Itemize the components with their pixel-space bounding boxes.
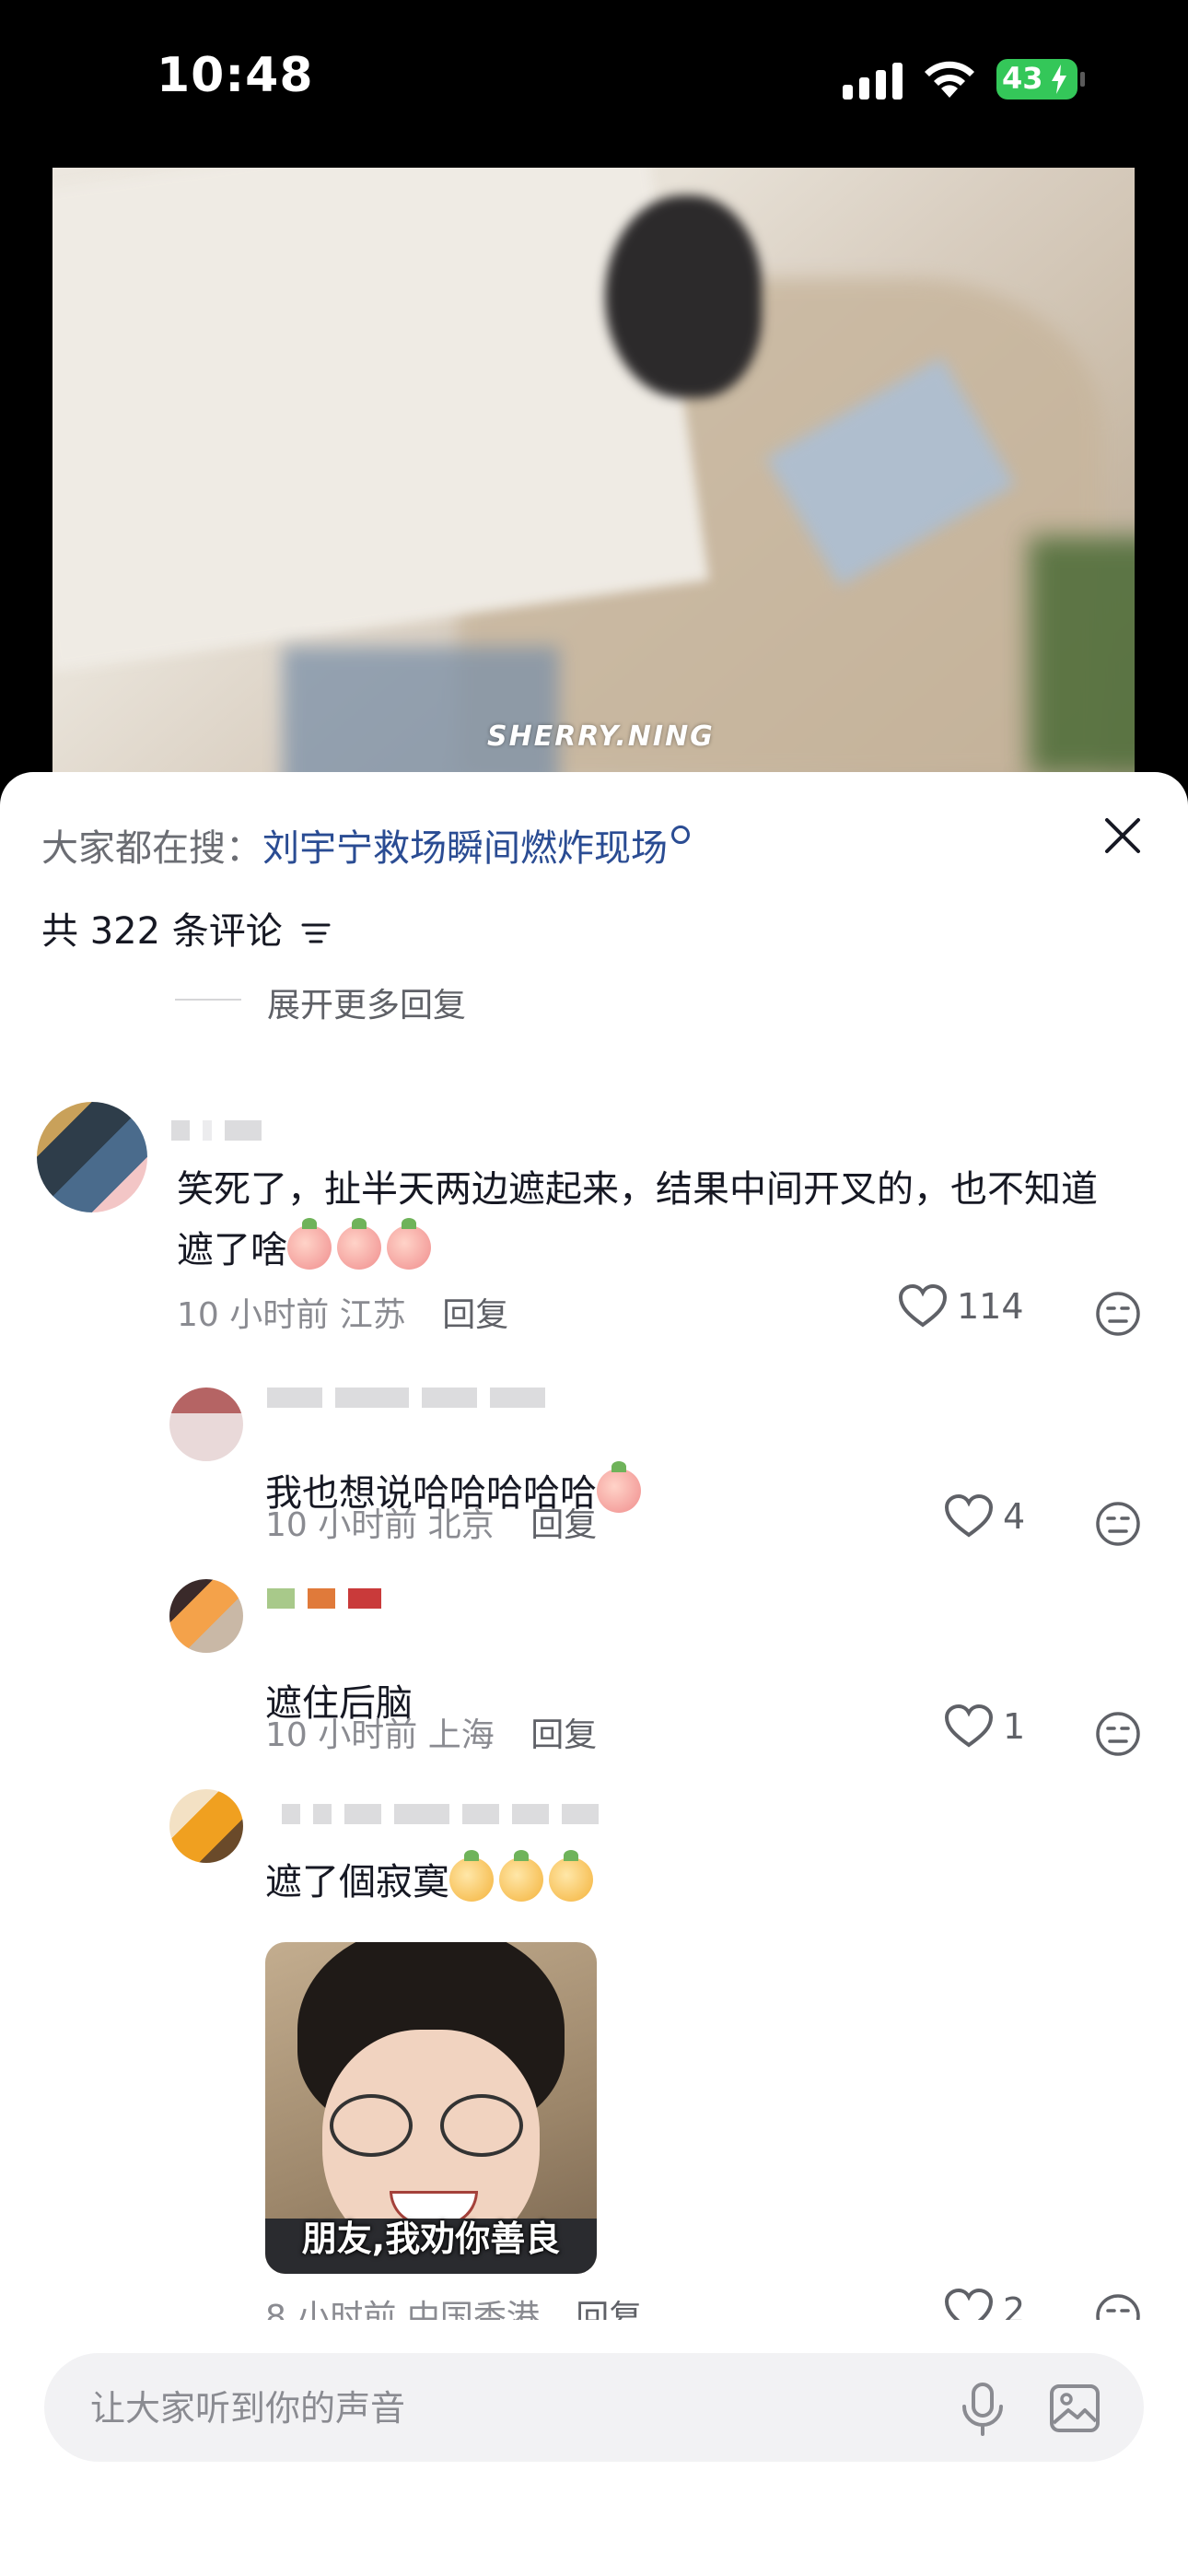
heart-icon: [898, 1284, 948, 1328]
wifi-icon: [925, 61, 974, 98]
comment-location: 北京: [427, 1506, 495, 1544]
battery-level: 43: [1002, 61, 1043, 96]
video-player[interactable]: SHERRY.NING: [52, 168, 1135, 776]
peach-emoji-icon: [597, 1461, 641, 1513]
nickname-redacted[interactable]: [171, 1120, 262, 1141]
charging-bolt-icon: [1052, 64, 1066, 94]
like-button[interactable]: 114: [898, 1284, 1024, 1329]
status-time: 10:48: [157, 48, 314, 103]
comment-time: 10 小时前: [177, 1296, 330, 1334]
battery-icon: 43: [996, 59, 1085, 100]
video-watermark: SHERRY.NING: [487, 720, 715, 753]
comment-time: 10 小时前: [265, 1506, 418, 1544]
peach-emoji-icon: [287, 1218, 332, 1270]
comment-text: 遮了個寂寞: [265, 1850, 599, 1913]
like-button[interactable]: 1: [944, 1704, 1025, 1749]
search-query-link[interactable]: 刘宇宁救场瞬间燃炸现场: [262, 827, 668, 870]
heart-icon: [944, 1494, 994, 1538]
peach-emoji-icon: [387, 1218, 431, 1270]
mango-emoji-icon: [499, 1850, 543, 1902]
comment-count-label: 共 322 条评论: [41, 910, 283, 953]
reply-button[interactable]: 回复: [442, 1296, 508, 1334]
comment-text-line: 遮了啥: [177, 1229, 287, 1271]
nickname-redacted[interactable]: [282, 1804, 599, 1824]
like-button[interactable]: 4: [944, 1494, 1025, 1539]
peach-emoji-icon: [337, 1218, 381, 1270]
comment-location: 上海: [427, 1716, 495, 1754]
dislike-icon[interactable]: [1094, 1500, 1142, 1548]
heart-icon: [944, 1704, 994, 1748]
comment-count: 共 322 条评论: [41, 901, 332, 954]
image-caption: 朋友,我劝你善良: [301, 2219, 561, 2259]
reply-button[interactable]: 回复: [530, 1506, 597, 1544]
avatar[interactable]: [37, 1102, 147, 1212]
like-count: 1: [1003, 1706, 1026, 1747]
comment-location: 江苏: [339, 1296, 406, 1334]
search-prefix: 大家都在搜：: [41, 827, 262, 870]
comment-text-line: 笑死了，扯半天两边遮起来，结果中间开叉的，也不知道: [177, 1168, 1098, 1211]
comment-text-line: 遮了個寂寞: [265, 1861, 449, 1903]
like-count: 114: [957, 1286, 1024, 1327]
reply-button[interactable]: 回复: [530, 1716, 597, 1754]
divider: [175, 999, 241, 1001]
nickname-redacted[interactable]: [267, 1588, 381, 1609]
trending-search[interactable]: 大家都在搜：刘宇宁救场瞬间燃炸现场: [41, 818, 690, 872]
filter-icon[interactable]: [300, 919, 332, 947]
close-icon[interactable]: [1101, 814, 1144, 857]
comment-input-bar: [0, 2320, 1188, 2576]
search-icon: [671, 825, 690, 844]
avatar[interactable]: [169, 1579, 243, 1653]
status-bar: 10:48 43: [0, 0, 1188, 166]
comment-input[interactable]: [88, 2353, 921, 2464]
dislike-icon[interactable]: [1094, 1290, 1142, 1338]
comment-time: 10 小时前: [265, 1716, 418, 1754]
comment-input-container[interactable]: [44, 2353, 1144, 2464]
avatar[interactable]: [169, 1388, 243, 1461]
mango-emoji-icon: [549, 1850, 593, 1902]
comment-meta: 10 小时前 江苏 回复: [177, 1288, 508, 1336]
comment-meta: 10 小时前 北京 回复: [265, 1498, 597, 1546]
dislike-icon[interactable]: [1094, 1710, 1142, 1758]
comment-image[interactable]: 朋友,我劝你善良: [265, 1942, 597, 2274]
avatar[interactable]: [169, 1789, 243, 1863]
comment-text: 笑死了，扯半天两边遮起来，结果中间开叉的，也不知道 遮了啥: [177, 1159, 1098, 1281]
nickname-redacted[interactable]: [267, 1388, 545, 1408]
expand-more-replies[interactable]: 展开更多回复: [267, 978, 466, 1026]
signal-icon: [843, 61, 903, 100]
image-icon[interactable]: [1048, 2383, 1101, 2434]
comment-meta: 10 小时前 上海 回复: [265, 1708, 597, 1756]
comment-sheet: 大家都在搜：刘宇宁救场瞬间燃炸现场 共 322 条评论 展开更多回复 笑死了，扯…: [0, 772, 1188, 2576]
mango-emoji-icon: [449, 1850, 494, 1902]
mic-icon[interactable]: [956, 2381, 1009, 2438]
like-count: 4: [1003, 1496, 1026, 1537]
